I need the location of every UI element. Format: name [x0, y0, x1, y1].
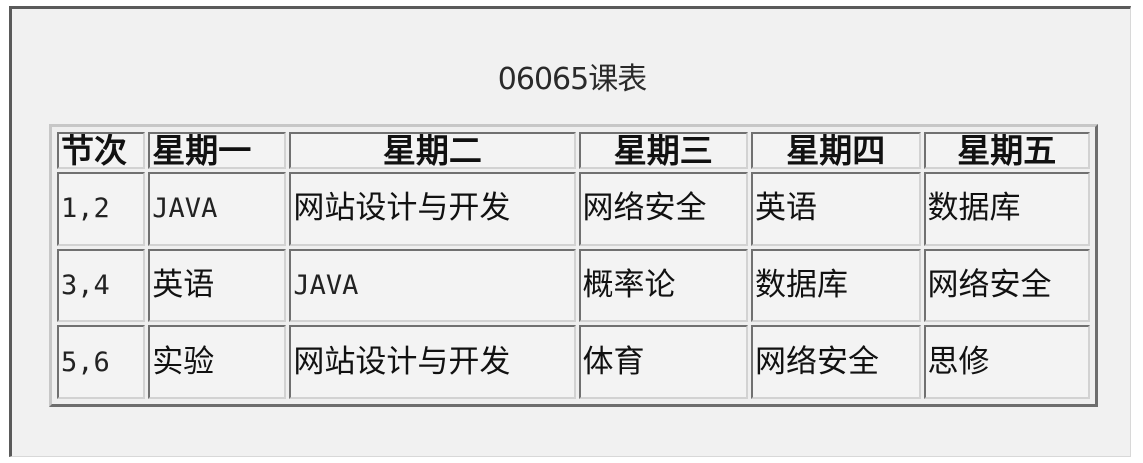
- course-cell: 英语: [751, 172, 921, 246]
- course-cell: JAVA: [148, 172, 287, 246]
- schedule-panel: 06065课表 节次 星期一 星期二 星期三 星期四 星期五 1,2 JAVA …: [9, 6, 1131, 457]
- header-monday: 星期一: [148, 132, 287, 169]
- course-cell: JAVA: [289, 248, 576, 323]
- table-row: 3,4 英语 JAVA 概率论 数据库 网络安全: [57, 248, 1090, 323]
- course-cell: 概率论: [578, 248, 749, 323]
- course-cell: 数据库: [923, 172, 1090, 246]
- period-cell: 5,6: [57, 325, 146, 399]
- period-cell: 3,4: [57, 248, 146, 323]
- page-title: 06065课表: [497, 62, 647, 97]
- header-friday: 星期五: [923, 132, 1090, 169]
- table-row: 1,2 JAVA 网站设计与开发 网络安全 英语 数据库: [57, 172, 1090, 246]
- header-wednesday: 星期三: [578, 132, 749, 169]
- course-cell: 数据库: [751, 248, 921, 323]
- course-cell: 实验: [148, 325, 287, 399]
- course-cell: 网络安全: [923, 248, 1090, 323]
- header-period: 节次: [57, 132, 146, 169]
- course-cell: 网站设计与开发: [289, 172, 576, 246]
- header-row: 节次 星期一 星期二 星期三 星期四 星期五: [57, 132, 1090, 169]
- course-cell: 英语: [148, 248, 287, 323]
- course-cell: 网络安全: [578, 172, 749, 246]
- timetable-grid: 节次 星期一 星期二 星期三 星期四 星期五 1,2 JAVA 网站设计与开发 …: [54, 129, 1093, 402]
- table-row: 5,6 实验 网站设计与开发 体育 网络安全 思修: [57, 325, 1090, 399]
- header-tuesday: 星期二: [289, 132, 576, 169]
- header-thursday: 星期四: [751, 132, 921, 169]
- course-cell: 思修: [923, 325, 1090, 399]
- period-cell: 1,2: [57, 172, 146, 246]
- timetable: 节次 星期一 星期二 星期三 星期四 星期五 1,2 JAVA 网站设计与开发 …: [49, 124, 1098, 407]
- course-cell: 网络安全: [751, 325, 921, 399]
- course-cell: 网站设计与开发: [289, 325, 576, 399]
- course-cell: 体育: [578, 325, 749, 399]
